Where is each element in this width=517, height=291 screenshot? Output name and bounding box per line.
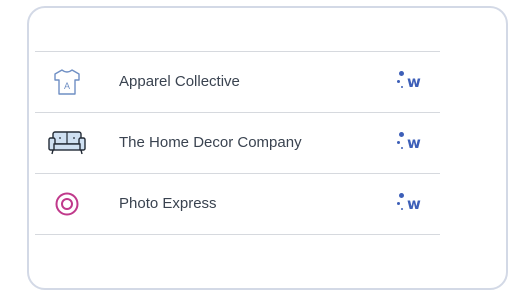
brand-logo-icon[interactable]: w	[393, 193, 429, 217]
brand-dot	[399, 71, 404, 76]
target-circle-icon	[45, 189, 89, 219]
brand-dot	[401, 86, 403, 88]
brand-dot	[401, 208, 403, 210]
brand-dot	[399, 132, 404, 137]
tshirt-icon: A	[45, 67, 89, 97]
brand-letter: w	[407, 134, 421, 152]
brand-dot	[397, 80, 400, 83]
store-list: A Apparel Collective w The Home Decor Co…	[35, 51, 440, 235]
list-item-apparel-collective[interactable]: A Apparel Collective w	[35, 52, 440, 113]
sofa-icon	[45, 128, 89, 158]
list-item-photo-express[interactable]: Photo Express w	[35, 174, 440, 235]
tshirt-letter: A	[64, 81, 70, 91]
brand-letter: w	[407, 73, 421, 91]
store-name: Photo Express	[119, 195, 217, 212]
brand-dot	[399, 193, 404, 198]
list-item-home-decor-company[interactable]: The Home Decor Company w	[35, 113, 440, 174]
brand-letter: w	[407, 195, 421, 213]
brand-logo-icon[interactable]: w	[393, 132, 429, 156]
brand-logo-icon[interactable]: w	[393, 71, 429, 95]
brand-dot	[401, 147, 403, 149]
brand-dot	[397, 141, 400, 144]
store-name: Apparel Collective	[119, 73, 240, 90]
store-name: The Home Decor Company	[119, 134, 302, 151]
brand-dot	[397, 202, 400, 205]
